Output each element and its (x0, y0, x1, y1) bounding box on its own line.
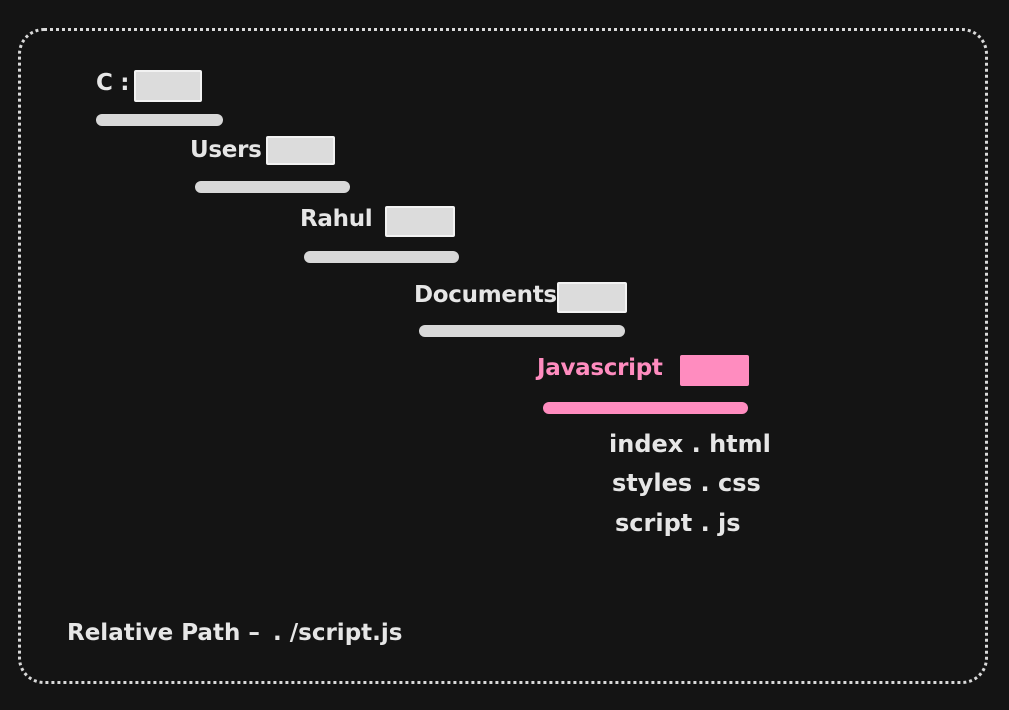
relative-path-value: . /script.js (273, 620, 403, 646)
folder-label-documents: Documents (414, 282, 557, 308)
folder-underline-javascript (543, 402, 748, 414)
folder-icon-rahul (385, 206, 455, 237)
file-script-js: script . js (615, 509, 741, 537)
diagram-frame (18, 28, 988, 684)
folder-underline-rahul (304, 251, 459, 263)
folder-icon-documents (557, 282, 627, 313)
file-styles-css: styles . css (612, 469, 761, 497)
folder-icon-c-drive (134, 70, 202, 102)
folder-underline-c-drive (96, 114, 223, 126)
folder-icon-javascript (680, 355, 749, 386)
folder-icon-users (266, 136, 335, 165)
folder-underline-users (195, 181, 350, 193)
relative-path-label: Relative Path – (67, 620, 260, 646)
folder-label-c-drive: C : (96, 70, 130, 96)
folder-label-rahul: Rahul (300, 206, 373, 232)
folder-label-javascript: Javascript (537, 355, 663, 381)
folder-underline-documents (419, 325, 625, 337)
file-index-html: index . html (609, 430, 771, 458)
folder-label-users: Users (190, 137, 262, 163)
